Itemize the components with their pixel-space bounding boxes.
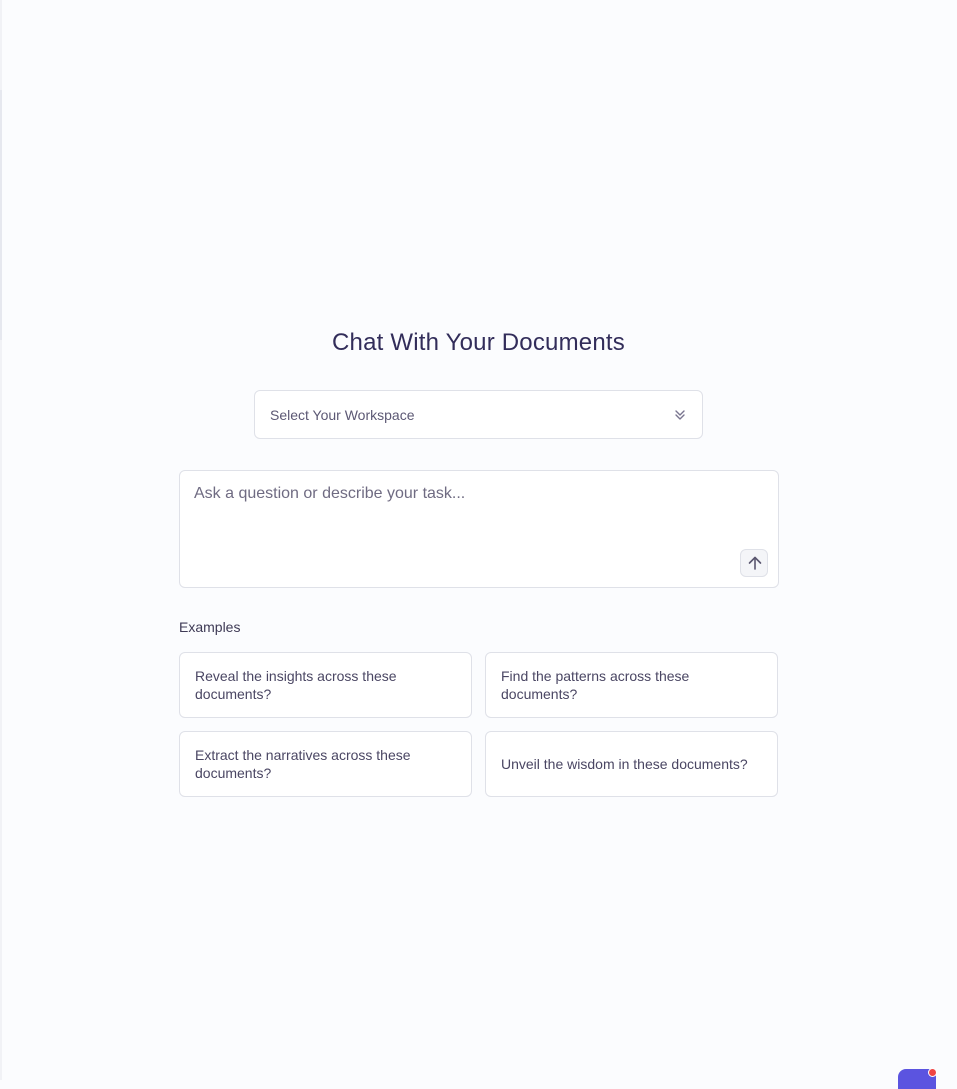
- workspace-select-label: Select Your Workspace: [270, 407, 415, 423]
- chevron-down-icon: [673, 408, 687, 422]
- sidebar-edge-highlight: [0, 90, 2, 340]
- example-button-insights[interactable]: Reveal the insights across these documen…: [179, 652, 472, 718]
- workspace-select[interactable]: Select Your Workspace: [254, 390, 703, 439]
- notification-dot: [928, 1068, 937, 1077]
- chat-input[interactable]: [194, 485, 734, 545]
- example-button-wisdom[interactable]: Unveil the wisdom in these documents?: [485, 731, 778, 797]
- chat-input-box: [179, 470, 779, 588]
- arrow-up-icon: [748, 556, 762, 570]
- example-button-narratives[interactable]: Extract the narratives across these docu…: [179, 731, 472, 797]
- send-button[interactable]: [740, 549, 768, 577]
- example-text: Find the patterns across these documents…: [501, 668, 690, 702]
- page-title: Chat With Your Documents: [332, 329, 625, 356]
- example-text: Reveal the insights across these documen…: [195, 668, 397, 702]
- example-text: Unveil the wisdom in these documents?: [501, 756, 748, 772]
- example-text: Extract the narratives across these docu…: [195, 747, 411, 781]
- example-button-patterns[interactable]: Find the patterns across these documents…: [485, 652, 778, 718]
- examples-label: Examples: [179, 619, 241, 635]
